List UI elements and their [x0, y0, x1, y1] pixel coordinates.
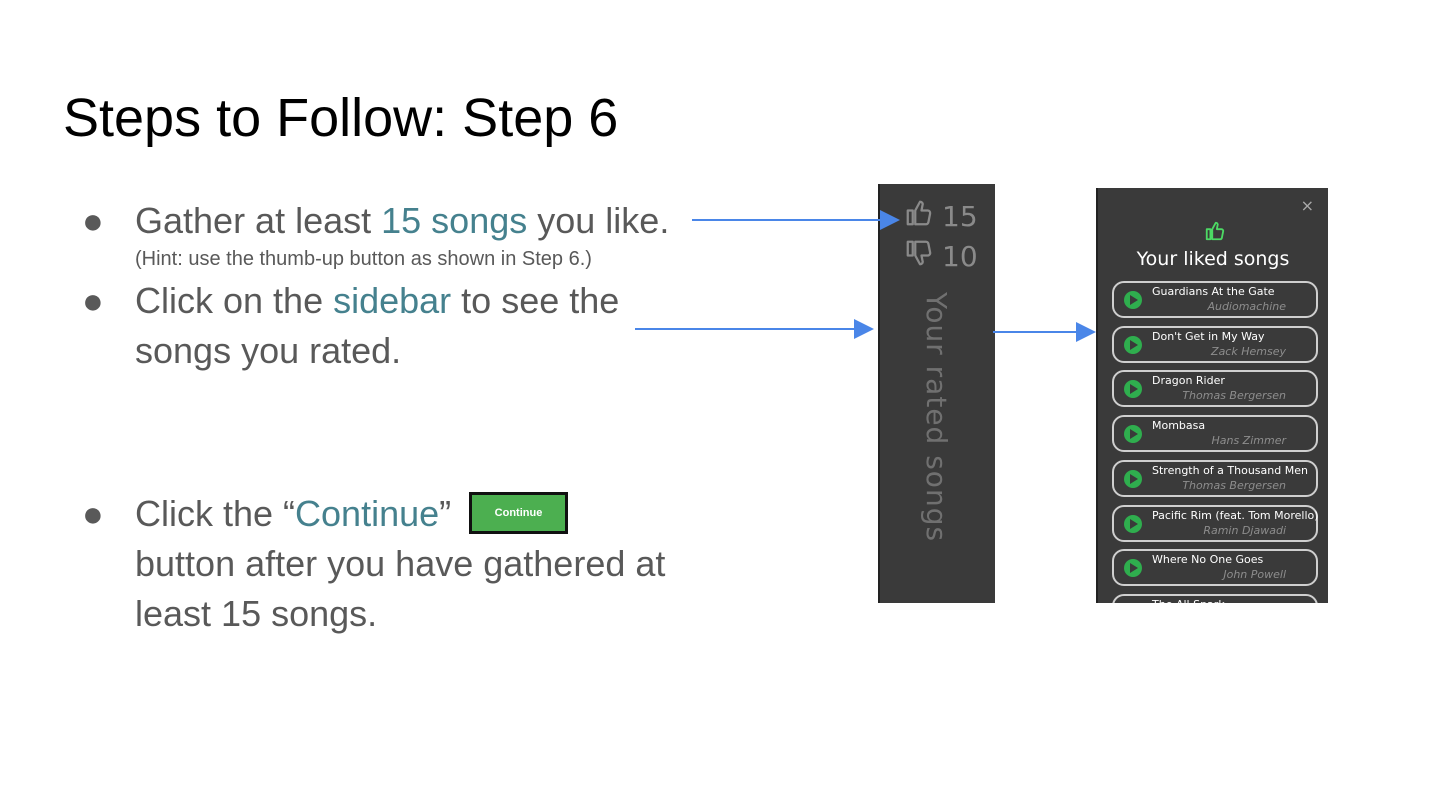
- panel-title: Your liked songs: [1136, 248, 1290, 270]
- thumbs-up-icon: [904, 198, 934, 235]
- song-artist: Audiomachine: [1207, 300, 1286, 313]
- song-item[interactable]: The All Spark: [1112, 593, 1318, 603]
- bullet-3-text-a: Click the “: [135, 493, 296, 534]
- dislikes-count-row[interactable]: 10: [904, 238, 978, 275]
- bullet-2-line-2: songs you rated.: [135, 330, 402, 371]
- song-name: Strength of a Thousand Men: [1152, 463, 1308, 477]
- play-icon[interactable]: [1124, 559, 1142, 578]
- bullet-dot-2: ●: [82, 280, 104, 321]
- bullet-2-text-b: to see the: [451, 280, 620, 321]
- play-icon[interactable]: [1124, 335, 1142, 354]
- song-name: The All Spark: [1152, 598, 1225, 603]
- song-name: Don't Get in My Way: [1152, 329, 1265, 343]
- song-artist: Thomas Bergersen: [1182, 389, 1286, 403]
- likes-count-row[interactable]: 15: [904, 198, 978, 235]
- thumbs-down-icon: [904, 238, 934, 275]
- bullet-2-highlight: sidebar: [333, 280, 452, 321]
- song-item[interactable]: Pacific Rim (feat. Tom Morello) Ramin Dja…: [1112, 504, 1319, 542]
- bullet-2-text-a: Click on the: [135, 280, 334, 321]
- bullet-2-line-1: Click on the sidebar to see the: [135, 276, 619, 326]
- bullet-3-highlight: Continue: [295, 493, 440, 534]
- song-artist: John Powell: [1223, 568, 1286, 582]
- bullet-1-text-a: Gather at least: [135, 200, 382, 241]
- song-artist: Zack Hemsey: [1211, 344, 1286, 358]
- play-icon[interactable]: [1124, 425, 1142, 444]
- dislikes-count: 10: [942, 240, 978, 273]
- song-artist: Ramin Djawadi: [1203, 523, 1286, 537]
- play-icon[interactable]: [1124, 380, 1142, 399]
- song-item[interactable]: Strength of a Thousand Men Thomas Bergers…: [1112, 459, 1318, 497]
- song-artist: Thomas Bergersen: [1182, 478, 1286, 492]
- sidebar-label: Your rated songs: [920, 292, 953, 543]
- bullet-1-highlight: 15 songs: [381, 200, 528, 241]
- bullet-3-line-3: least 15 songs.: [135, 593, 378, 634]
- bullet-1-text-b: you like.: [527, 200, 670, 241]
- song-item[interactable]: Mombasa Hans Zimmer: [1112, 415, 1318, 453]
- song-name: Where No One Goes: [1152, 553, 1264, 567]
- play-icon[interactable]: [1124, 469, 1142, 488]
- thumbs-up-icon: [1205, 221, 1225, 241]
- play-icon[interactable]: [1124, 514, 1142, 533]
- bullet-3-line-1: Click the “Continue”: [135, 489, 451, 539]
- song-item[interactable]: Where No One Goes John Powell: [1112, 549, 1318, 587]
- bullet-3-line-2: button after you have gathered at: [135, 543, 666, 584]
- bullet-1-text: Gather at least 15 songs you like.: [135, 196, 669, 246]
- song-artist: Hans Zimmer: [1211, 434, 1286, 448]
- song-name: Mombasa: [1152, 419, 1206, 433]
- bullet-3-text-b: ”: [439, 493, 452, 534]
- song-name: Dragon Rider: [1152, 374, 1225, 388]
- rated-songs-sidebar[interactable]: 15 10 Your rated songs: [878, 184, 995, 603]
- song-item[interactable]: Guardians At the Gate Audiomachine: [1112, 281, 1318, 318]
- song-name: Guardians At the Gate: [1152, 285, 1275, 298]
- play-icon[interactable]: [1124, 291, 1142, 309]
- bullet-1-hint: (Hint: use the thumb-up button as shown …: [135, 248, 592, 270]
- close-icon[interactable]: ×: [1301, 196, 1314, 215]
- bullet-dot-1: ●: [82, 200, 104, 241]
- liked-songs-panel: × Your liked songs Guardians At the Gate…: [1096, 188, 1328, 603]
- continue-button[interactable]: Continue: [469, 492, 568, 534]
- song-name: Pacific Rim (feat. Tom Morello): [1152, 508, 1319, 522]
- likes-count: 15: [942, 200, 978, 233]
- bullet-dot-3: ●: [82, 493, 104, 534]
- song-item[interactable]: Don't Get in My Way Zack Hemsey: [1112, 325, 1318, 363]
- slide-title: Steps to Follow: Step 6: [63, 88, 619, 148]
- song-item[interactable]: Dragon Rider Thomas Bergersen: [1112, 370, 1318, 408]
